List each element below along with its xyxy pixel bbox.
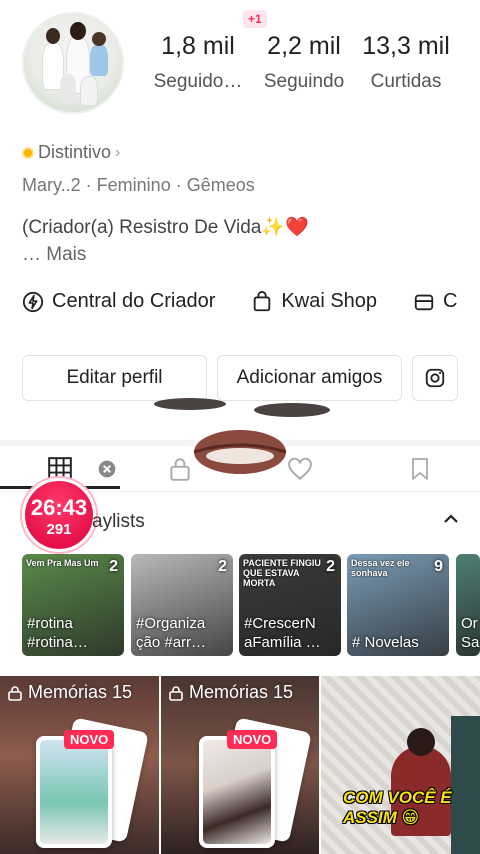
following-stat[interactable]: 2,2 mil Seguindo	[256, 32, 352, 93]
creator-links-row: Central do Criador Kwai Shop C	[22, 290, 458, 313]
instagram-icon	[425, 368, 445, 388]
following-count: 2,2 mil	[267, 32, 341, 60]
kwai-shop-label: Kwai Shop	[281, 290, 378, 312]
edit-profile-button[interactable]: Editar perfil	[22, 355, 207, 401]
profile-bio: (Criador(a) Resistro De Vida✨❤️	[22, 217, 309, 238]
following-label: Seguindo	[263, 71, 345, 92]
likes-label: Curtidas	[370, 71, 442, 92]
playlist-count: 2	[109, 558, 118, 575]
chevron-up-icon[interactable]	[442, 512, 460, 526]
lock-icon	[169, 685, 183, 701]
video-tile[interactable]: Memórias 15 NOVO	[161, 676, 319, 854]
video-title: Memórias 15	[8, 682, 132, 703]
new-tag: NOVO	[227, 730, 278, 749]
playlist-item[interactable]: 2 #Organiza ção #arr…	[131, 554, 233, 656]
kwai-shop-link[interactable]: Kwai Shop	[251, 290, 377, 313]
likes-count: 13,3 mil	[362, 32, 450, 60]
playlist-item[interactable]: 2 PACIENTE FINGIU QUE ESTAVA MORTA #Cresce…	[239, 554, 341, 656]
distintivo-link[interactable]: Distintivo ›	[22, 142, 120, 163]
video-tile[interactable]: Memórias 15 NOVO	[0, 676, 159, 854]
video-caption: COM VOCÊ É ASSIM 😁	[343, 788, 452, 827]
playlists-label: aylists	[92, 511, 145, 532]
heart-icon	[288, 457, 312, 481]
close-circle-icon	[98, 460, 116, 478]
playlist-caption: # Novelas	[352, 634, 419, 651]
playlist-overlay-text: Dessa vez ele sonhava	[351, 558, 410, 578]
followers-stat[interactable]: 1,8 mil Seguido…	[148, 32, 248, 93]
tab-saved[interactable]	[405, 454, 435, 484]
creator-center-label: Central do Criador	[52, 290, 216, 312]
instagram-button[interactable]	[412, 355, 458, 401]
grid-close-button[interactable]	[92, 454, 122, 484]
reward-timer[interactable]: 26:43 291	[22, 478, 96, 552]
memory-card: NOVO	[199, 730, 278, 848]
tab-liked[interactable]	[285, 454, 315, 484]
video-tile[interactable]: COM VOCÊ É ASSIM 😁	[321, 676, 480, 854]
likes-stat[interactable]: 13,3 mil Curtidas	[358, 32, 454, 93]
coin-count: 291	[46, 521, 72, 538]
lightning-icon	[22, 291, 44, 312]
chevron-right-icon: ›	[115, 143, 121, 161]
playlist-count: 2	[218, 558, 227, 575]
new-tag: NOVO	[64, 730, 115, 749]
tab-private[interactable]	[165, 454, 195, 484]
store-icon	[414, 294, 434, 310]
playlist-caption: Or Sa	[461, 615, 480, 651]
timer-value: 26:43	[30, 495, 88, 520]
memory-card: NOVO	[36, 730, 115, 848]
distintivo-label: Distintivo	[38, 142, 112, 162]
bookmark-icon	[412, 458, 428, 480]
creator-center-link[interactable]: Central do Criador	[22, 290, 215, 313]
video-title: Memórias 15	[169, 682, 293, 703]
store-label: C	[443, 290, 458, 312]
playlist-item[interactable]: Or Sa	[456, 554, 480, 656]
playlist-caption: #Organiza ção #arr…	[136, 615, 207, 651]
lock-icon	[8, 685, 22, 701]
new-followers-badge: +1	[243, 10, 267, 28]
followers-count: 1,8 mil	[161, 32, 235, 60]
playlist-caption: #CrescerN aFamília …	[244, 615, 321, 651]
profile-meta: Mary..2 · Feminino · Gêmeos	[22, 175, 255, 195]
bio-more-link[interactable]: … Mais	[22, 244, 86, 266]
followers-label: Seguido…	[153, 71, 243, 92]
store-link[interactable]: C	[413, 290, 458, 313]
playlist-item[interactable]: 2 Vem Pra Mas Um #rotina #rotina…	[22, 554, 124, 656]
playlist-count: 9	[434, 558, 443, 575]
lock-icon	[170, 458, 190, 481]
add-friends-button[interactable]: Adicionar amigos	[217, 355, 402, 401]
profile-avatar[interactable]	[22, 12, 124, 114]
playlist-overlay-text: Vem Pra Mas Um	[26, 558, 99, 568]
playlist-overlay-text: PACIENTE FINGIU QUE ESTAVA MORTA	[243, 558, 321, 588]
playlist-item[interactable]: 9 Dessa vez ele sonhava # Novelas	[347, 554, 449, 656]
badge-coin-icon	[22, 146, 34, 159]
playlist-count: 2	[326, 558, 335, 575]
shopping-bag-icon	[254, 290, 271, 311]
playlist-caption: #rotina #rotina…	[27, 615, 88, 651]
